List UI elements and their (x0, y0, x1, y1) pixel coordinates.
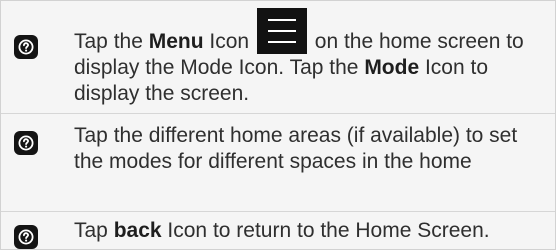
question-mark-icon (14, 35, 38, 59)
step-2: Tap the different home areas (if availab… (1, 114, 555, 211)
mode-keyword: Mode (364, 56, 420, 79)
question-mark-icon (14, 225, 38, 249)
step-3-text: Tap back Icon to return to the Home Scre… (74, 219, 490, 242)
step-2-text: Tap the different home areas (if availab… (74, 124, 518, 173)
hamburger-menu-icon (256, 8, 307, 54)
step-3: Tap back Icon to return to the Home Scre… (1, 212, 555, 249)
menu-keyword: Menu (148, 30, 204, 53)
step-1: Tap the Menu Icon on the home screen to … (1, 1, 555, 113)
question-mark-icon (14, 131, 38, 155)
back-keyword: back (113, 219, 162, 242)
step-1-text: Tap the Menu Icon on the home screen to … (74, 8, 544, 107)
instructions-panel: Tap the Menu Icon on the home screen to … (0, 0, 556, 250)
